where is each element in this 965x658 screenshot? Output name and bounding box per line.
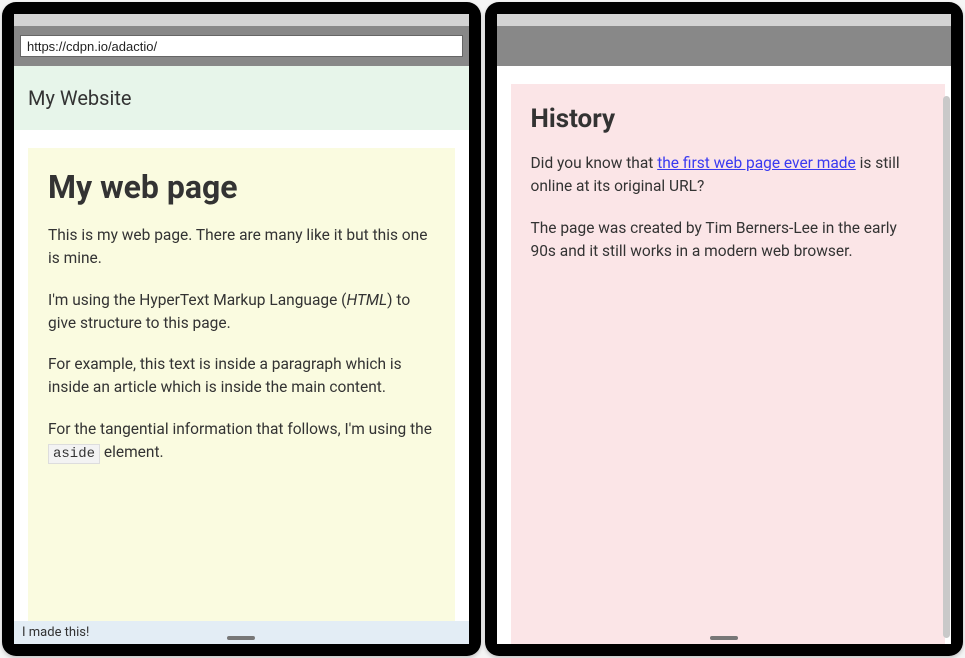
article-heading: My web page	[48, 168, 435, 206]
code-aside: aside	[48, 444, 100, 464]
device-right: History Did you know that the first web …	[485, 2, 964, 656]
first-webpage-link[interactable]: the first web page ever made	[657, 154, 856, 172]
article-paragraph: I'm using the HyperText Markup Language …	[48, 289, 435, 336]
article: My web page This is my web page. There a…	[28, 148, 455, 621]
scrollbar-thumb[interactable]	[943, 96, 950, 638]
home-indicator[interactable]	[227, 636, 255, 640]
status-bar	[497, 14, 952, 26]
site-title: My Website	[28, 86, 455, 110]
article-paragraph: For example, this text is inside a parag…	[48, 353, 435, 400]
text: Did you know that	[531, 154, 658, 172]
screen-right: History Did you know that the first web …	[497, 14, 952, 644]
browser-toolbar-empty	[497, 26, 952, 66]
url-input[interactable]	[20, 35, 463, 57]
site-footer: I made this!	[14, 621, 469, 644]
site-header: My Website	[14, 66, 469, 130]
viewport-left[interactable]: My Website My web page This is my web pa…	[14, 66, 469, 644]
screen-left: My Website My web page This is my web pa…	[14, 14, 469, 644]
device-left: My Website My web page This is my web pa…	[2, 2, 481, 656]
home-indicator[interactable]	[710, 636, 738, 640]
aside-paragraph: The page was created by Tim Berners-Lee …	[531, 217, 926, 264]
article-paragraph: This is my web page. There are many like…	[48, 224, 435, 271]
browser-toolbar	[14, 26, 469, 66]
viewport-right[interactable]: History Did you know that the first web …	[497, 66, 952, 644]
main-content: My web page This is my web page. There a…	[14, 130, 469, 621]
aside-paragraph: Did you know that the first web page eve…	[531, 152, 926, 199]
article-paragraph: For the tangential information that foll…	[48, 418, 435, 465]
aside-heading: History	[531, 104, 926, 134]
text: I'm using the HyperText Markup Language …	[48, 291, 346, 309]
main-content: History Did you know that the first web …	[497, 66, 952, 644]
text: For the tangential information that foll…	[48, 420, 432, 438]
status-bar	[14, 14, 469, 26]
aside: History Did you know that the first web …	[511, 84, 946, 644]
footer-text: I made this!	[22, 625, 89, 640]
abbr-html: HTML	[346, 291, 387, 309]
text: element.	[100, 443, 164, 461]
